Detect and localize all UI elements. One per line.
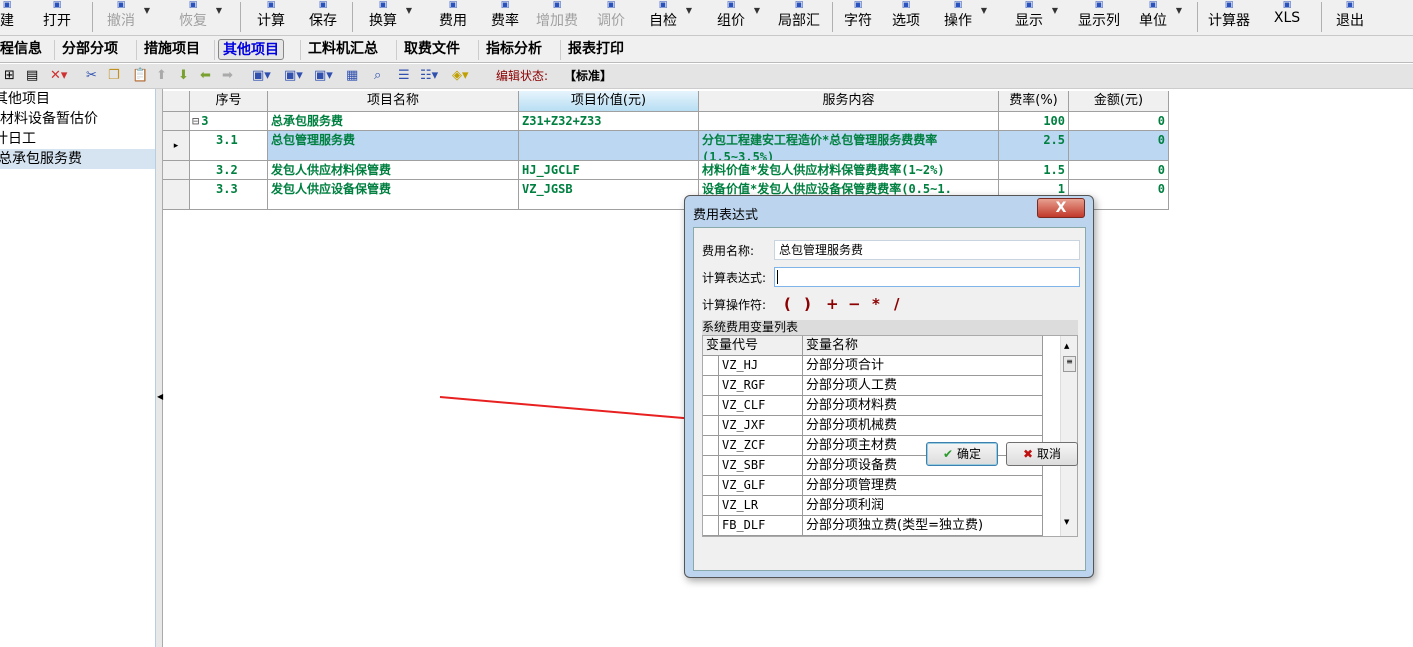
row-indicator[interactable]	[703, 476, 719, 496]
variable-name[interactable]: 分部分项管理费	[803, 476, 1043, 496]
expression-label: 计算表达式:	[702, 271, 767, 285]
variable-name[interactable]: 分部分项独立费(类型=独立费)	[803, 516, 1043, 536]
row-indicator[interactable]	[703, 356, 719, 376]
dialog-title: 费用表达式	[693, 208, 759, 223]
variable-table: ▲ ≡ ▼ 变量代号 变量名称 VZ_HJ 分部分项合计 VZ_RGF 分部分项人工费 VZ…	[702, 335, 1078, 537]
row-indicator[interactable]	[703, 456, 719, 476]
column-header[interactable]: 变量代号	[703, 336, 803, 356]
row-indicator[interactable]	[703, 396, 719, 416]
row-indicator[interactable]	[703, 516, 719, 536]
fee-expression-dialog: 费用表达式 X 费用名称: 总包管理服务费 计算表达式: 计算操作符: () + −…	[684, 195, 1094, 578]
x-icon: ✖	[1023, 447, 1034, 461]
variable-name[interactable]: 分部分项合计	[803, 356, 1043, 376]
variable-name[interactable]: 分部分项材料费	[803, 396, 1043, 416]
variable-code[interactable]: VZ_GLF	[719, 476, 803, 496]
expression-input[interactable]	[774, 267, 1080, 287]
row-indicator[interactable]	[703, 436, 719, 456]
close-button[interactable]: X	[1037, 198, 1085, 218]
variable-name[interactable]: 分部分项机械费	[803, 416, 1043, 436]
operator-button[interactable]: )	[804, 295, 811, 313]
ok-button[interactable]: ✔ 确定	[926, 442, 998, 466]
operator-button[interactable]: (	[784, 295, 791, 313]
variable-name[interactable]: 分部分项利润	[803, 496, 1043, 516]
operator-button[interactable]: /	[894, 295, 899, 313]
variable-list-title: 系统费用变量列表	[702, 320, 1078, 335]
fee-name-label: 费用名称:	[702, 244, 755, 258]
operator-button[interactable]: *	[872, 295, 880, 313]
variable-code[interactable]: FB_DLF	[719, 516, 803, 536]
vertical-scrollbar[interactable]: ▲ ≡ ▼	[1060, 336, 1077, 536]
variable-code[interactable]: VZ_HJ	[719, 356, 803, 376]
variable-code[interactable]: VZ_LR	[719, 496, 803, 516]
row-indicator[interactable]	[703, 496, 719, 516]
scroll-thumb[interactable]: ≡	[1063, 356, 1076, 372]
operator-button[interactable]: +	[826, 295, 839, 313]
cancel-button[interactable]: ✖ 取消	[1006, 442, 1078, 466]
column-header[interactable]: 变量名称	[803, 336, 1043, 356]
variable-code[interactable]: VZ_CLF	[719, 396, 803, 416]
check-icon: ✔	[943, 447, 954, 461]
row-indicator[interactable]	[703, 416, 719, 436]
variable-code[interactable]: VZ_JXF	[719, 416, 803, 436]
operators-label: 计算操作符:	[702, 298, 767, 312]
variable-code[interactable]: VZ_SBF	[719, 456, 803, 476]
fee-name-input[interactable]: 总包管理服务费	[774, 240, 1080, 260]
variable-code[interactable]: VZ_ZCF	[719, 436, 803, 456]
variable-code[interactable]: VZ_RGF	[719, 376, 803, 396]
row-indicator[interactable]	[703, 376, 719, 396]
variable-name[interactable]: 分部分项人工费	[803, 376, 1043, 396]
operator-button[interactable]: −	[848, 295, 861, 313]
